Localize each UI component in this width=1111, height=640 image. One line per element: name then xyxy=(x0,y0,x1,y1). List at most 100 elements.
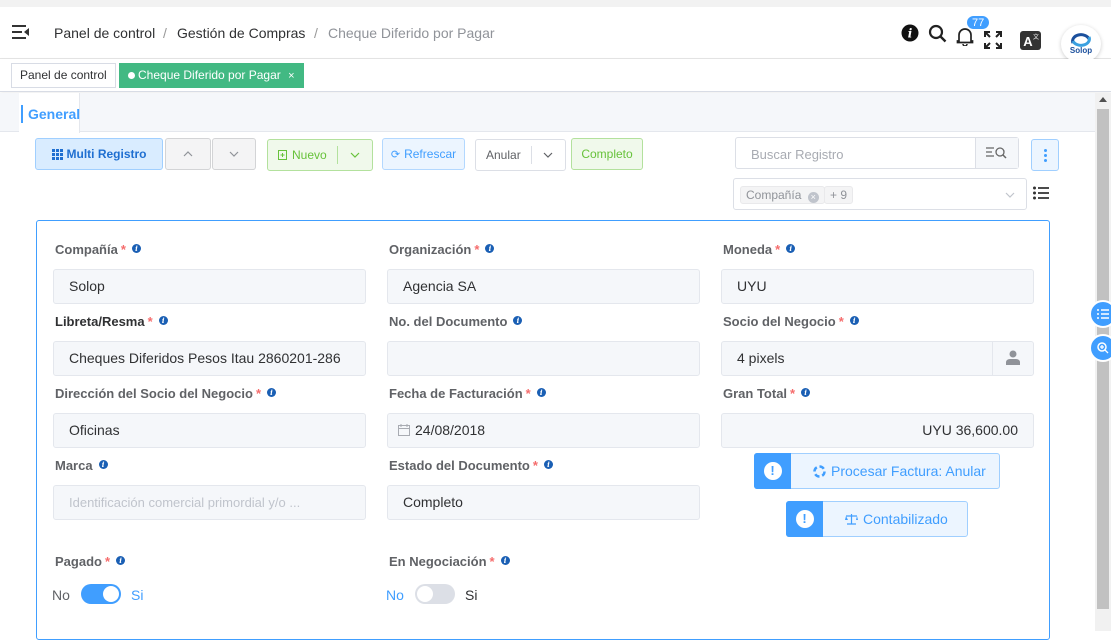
info-icon: i xyxy=(801,388,811,397)
divider xyxy=(337,146,338,164)
svg-text:文: 文 xyxy=(1033,33,1039,41)
chevron-down-icon[interactable] xyxy=(543,152,553,158)
status-completo-button[interactable]: Completo xyxy=(571,138,643,170)
balance-scale-icon xyxy=(845,514,858,525)
field-label-direccion: Dirección del Socio del Negocio * i xyxy=(55,386,276,401)
estado-field[interactable]: Completo xyxy=(387,485,700,520)
libreta-field[interactable]: Cheques Diferidos Pesos Itau 2860201-286 xyxy=(53,341,366,376)
info-icon: i xyxy=(116,556,126,565)
info-icon[interactable]: i xyxy=(901,24,919,42)
info-icon: i xyxy=(158,316,168,325)
active-dot-icon xyxy=(128,72,135,79)
zoom-in-icon xyxy=(1097,342,1109,354)
negociacion-switch[interactable] xyxy=(415,584,455,604)
menu-icon[interactable] xyxy=(12,25,29,39)
tag-label: Cheque Diferido por Pagar xyxy=(138,68,281,82)
breadcrumb-item-current: Cheque Diferido por Pagar xyxy=(328,25,495,41)
no-documento-field[interactable] xyxy=(387,341,700,376)
marca-field[interactable]: Identificación comercial primordial y/o … xyxy=(53,485,366,520)
logo-text: Solop xyxy=(1069,46,1093,55)
close-icon[interactable]: × xyxy=(288,70,294,82)
switch-knob xyxy=(417,586,433,602)
procesar-factura-button[interactable]: ! Procesar Factura: Anular xyxy=(754,453,1000,489)
breadcrumb-item-compras[interactable]: Gestión de Compras xyxy=(177,25,305,41)
chevron-down-icon[interactable] xyxy=(350,152,360,158)
refresh-button[interactable]: ⟳ Refrescar xyxy=(382,138,465,170)
scroll-up-arrow-icon[interactable] xyxy=(1099,97,1107,102)
more-options-button[interactable] xyxy=(1031,139,1059,171)
process-icon xyxy=(813,465,826,478)
anular-button[interactable]: Anular xyxy=(475,139,566,171)
filter-fields-select[interactable]: Compañía × + 9 xyxy=(733,178,1027,210)
search-record[interactable]: Buscar Registro xyxy=(735,137,1019,169)
record-list-fab[interactable] xyxy=(1089,300,1111,328)
alert-icon: ! xyxy=(786,501,823,537)
document-add-icon xyxy=(278,150,287,160)
moneda-field[interactable]: UYU xyxy=(721,269,1034,304)
field-label-fecha: Fecha de Facturación * i xyxy=(389,386,546,401)
breadcrumb-item-dashboard[interactable]: Panel de control xyxy=(54,25,155,41)
tag-cheque-diferido[interactable]: Cheque Diferido por Pagar × xyxy=(119,63,304,88)
direccion-field[interactable]: Oficinas xyxy=(53,413,366,448)
alert-icon: ! xyxy=(754,453,791,489)
user-search-button[interactable] xyxy=(992,342,1033,375)
tab-general[interactable]: General xyxy=(19,93,80,133)
avatar[interactable]: Solop xyxy=(1061,25,1101,63)
pagado-switch[interactable] xyxy=(81,584,121,604)
calendar-icon xyxy=(398,424,410,436)
procesar-label: Procesar Factura: Anular xyxy=(831,463,986,479)
list-search-icon xyxy=(986,147,1007,159)
info-icon: i xyxy=(536,388,546,397)
field-label-socio: Socio del Negocio * i xyxy=(723,314,859,329)
info-icon: i xyxy=(849,316,859,325)
switch-off-label: No xyxy=(52,587,70,603)
organizacion-field[interactable]: Agencia SA xyxy=(387,269,700,304)
more-vertical-icon xyxy=(1044,159,1047,162)
search-icon[interactable] xyxy=(928,24,947,43)
fecha-value: 24/08/2018 xyxy=(415,422,486,438)
gran-total-field[interactable]: UYU 36,600.00 xyxy=(721,413,1034,448)
field-label-pagado: Pagado * i xyxy=(55,554,126,569)
socio-value: 4 pixels xyxy=(737,350,785,366)
switch-off-label: No xyxy=(386,587,404,603)
svg-text:i: i xyxy=(908,27,913,41)
previous-record-button[interactable] xyxy=(165,138,211,170)
logo-icon xyxy=(1071,33,1091,47)
svg-text:A: A xyxy=(1023,34,1033,49)
field-label-estado: Estado del Documento * i xyxy=(389,458,553,473)
fecha-field[interactable]: 24/08/2018 xyxy=(387,413,700,448)
contabilizado-button[interactable]: ! Contabilizado xyxy=(786,501,968,537)
notification-badge: 77 xyxy=(966,15,991,30)
info-icon: i xyxy=(543,460,553,469)
close-icon[interactable]: × xyxy=(807,192,819,203)
socio-field[interactable]: 4 pixels xyxy=(721,341,1034,376)
next-record-button[interactable] xyxy=(212,138,256,170)
navbar: Panel de control / Gestión de Compras / … xyxy=(0,0,1111,63)
switch-on-label: Si xyxy=(131,587,144,603)
breadcrumb-separator: / xyxy=(163,25,167,41)
chevron-up-icon xyxy=(183,151,193,157)
compania-field[interactable]: Solop xyxy=(53,269,366,304)
contabilizado-label: Contabilizado xyxy=(863,511,948,527)
chevron-down-icon xyxy=(229,151,239,157)
tabs-bar: General xyxy=(0,93,1095,133)
more-vertical-icon xyxy=(1044,149,1047,152)
field-label-libreta: Libreta/Resma * i xyxy=(55,314,168,329)
search-button[interactable] xyxy=(975,138,1018,168)
translate-icon[interactable]: A文 xyxy=(1020,31,1041,50)
switch-on-label: Si xyxy=(465,587,478,603)
filter-chip[interactable]: Compañía × xyxy=(740,186,825,204)
tag-dashboard[interactable]: Panel de control xyxy=(11,63,116,88)
more-vertical-icon xyxy=(1044,154,1047,157)
info-icon: i xyxy=(500,556,510,565)
multi-record-button[interactable]: Multi Registro xyxy=(35,138,163,170)
scrollbar[interactable] xyxy=(1095,93,1111,631)
search-input[interactable]: Buscar Registro xyxy=(751,147,843,162)
list-icon[interactable] xyxy=(1033,186,1049,200)
tab-label: General xyxy=(28,106,81,122)
main-content: General Multi Registro Nuevo ⟳ Refrescar… xyxy=(0,93,1095,640)
fullscreen-icon[interactable] xyxy=(984,31,1002,49)
new-record-button[interactable]: Nuevo xyxy=(267,139,373,171)
zoom-fab[interactable] xyxy=(1089,334,1111,362)
refresh-label: Refrescar xyxy=(404,147,457,161)
